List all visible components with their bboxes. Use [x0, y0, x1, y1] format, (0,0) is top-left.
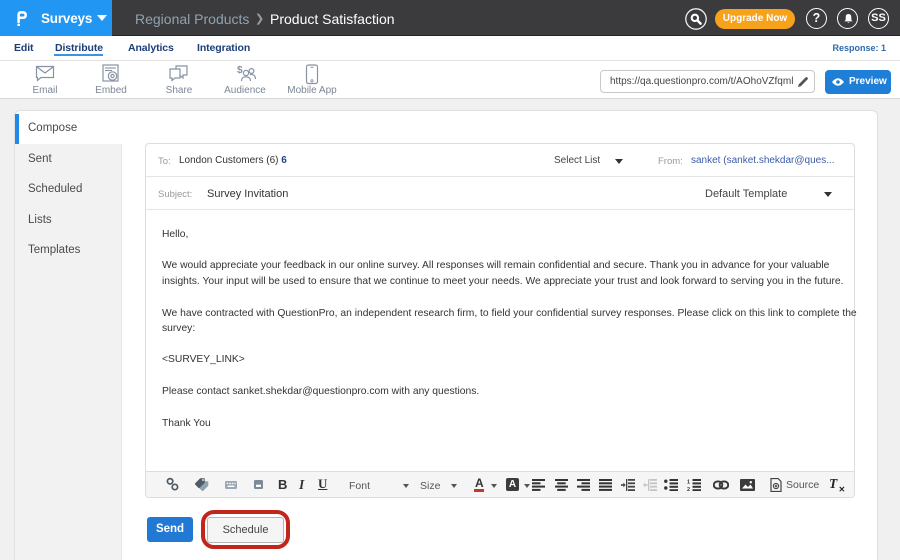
- svg-text:2: 2: [687, 487, 690, 491]
- svg-text:1: 1: [687, 480, 690, 486]
- svg-text:$: $: [237, 65, 243, 76]
